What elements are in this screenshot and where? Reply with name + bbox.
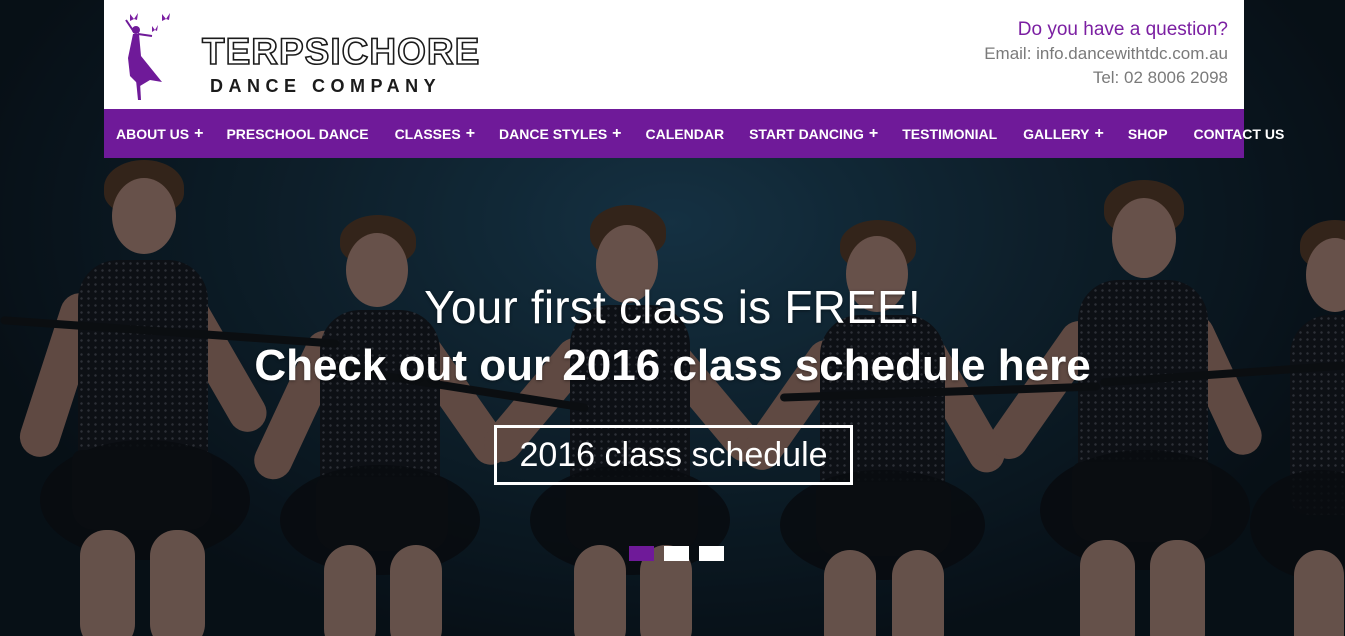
nav-expand-icon: + xyxy=(194,124,204,142)
nav-label: GALLERY xyxy=(1023,125,1090,142)
slider-pagination xyxy=(629,546,724,561)
hero-subheadline: Check out our 2016 class schedule here xyxy=(254,341,1091,390)
nav-label: ABOUT US xyxy=(116,125,190,142)
contact-phone[interactable]: Tel: 02 8006 2098 xyxy=(984,66,1228,90)
nav-item-preschool-dance[interactable]: PRESCHOOL DANCE xyxy=(226,109,368,158)
site-header: TERPSICHORE DANCE COMPANY Do you have a … xyxy=(104,0,1244,109)
nav-label: PRESCHOOL DANCE xyxy=(226,125,369,142)
nav-label: SHOP xyxy=(1127,125,1168,142)
logo-title: TERPSICHORE xyxy=(201,31,481,73)
main-nav: ABOUT US + PRESCHOOL DANCE CLASSES + DANCE… xyxy=(104,109,1284,158)
nav-item-about-us[interactable]: ABOUT US + xyxy=(104,109,203,158)
slide-dot-3[interactable] xyxy=(699,546,724,561)
nav-item-start-dancing[interactable]: START DANCING + xyxy=(749,109,878,158)
class-schedule-button[interactable]: 2016 class schedule xyxy=(494,425,853,485)
nav-item-dance-styles[interactable]: DANCE STYLES + xyxy=(499,109,621,158)
nav-label: CALENDAR xyxy=(645,125,725,142)
nav-item-testimonial[interactable]: TESTIMONIAL xyxy=(902,109,997,158)
nav-label: CLASSES xyxy=(394,125,461,142)
nav-expand-icon: + xyxy=(1094,124,1104,142)
slide-dot-2[interactable] xyxy=(664,546,689,561)
nav-item-calendar[interactable]: CALENDAR xyxy=(646,109,725,158)
nav-expand-icon: + xyxy=(868,124,879,142)
site-logo[interactable]: TERPSICHORE DANCE COMPANY xyxy=(122,10,480,102)
nav-label: CONTACT US xyxy=(1193,125,1285,142)
slide-dot-1[interactable] xyxy=(629,546,654,561)
ballerina-logo-icon xyxy=(125,13,170,100)
logo-subtitle: DANCE COMPANY xyxy=(210,76,442,96)
nav-expand-icon: + xyxy=(612,124,622,142)
nav-label: TESTIMONIAL xyxy=(902,125,998,142)
nav-item-gallery[interactable]: GALLERY + xyxy=(1023,109,1104,158)
hero-headline: Your first class is FREE! xyxy=(424,281,921,333)
contact-question: Do you have a question? xyxy=(1017,19,1228,40)
nav-label: DANCE STYLES xyxy=(499,125,608,142)
contact-email[interactable]: Email: info.dancewithtdc.com.au xyxy=(984,42,1228,66)
nav-item-contact-us[interactable]: CONTACT US xyxy=(1194,109,1285,158)
nav-item-classes[interactable]: CLASSES + xyxy=(395,109,475,158)
nav-label: START DANCING xyxy=(749,125,864,142)
nav-item-shop[interactable]: SHOP xyxy=(1128,109,1168,158)
header-contact: Do you have a question? Email: info.danc… xyxy=(984,18,1228,90)
nav-expand-icon: + xyxy=(465,124,476,142)
